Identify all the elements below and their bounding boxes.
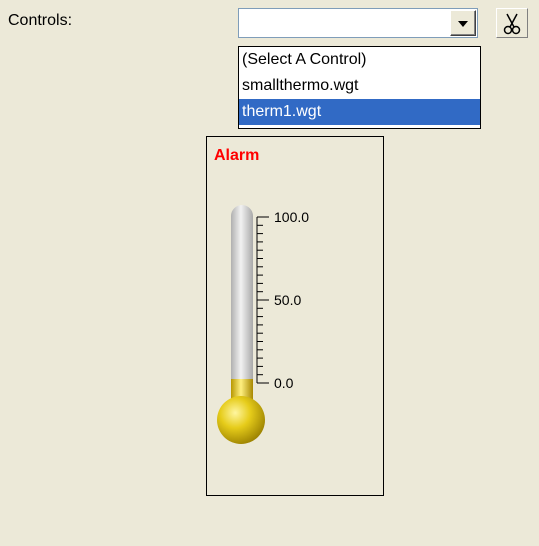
thermometer-bulb (217, 396, 265, 444)
control-dropdown-list[interactable]: (Select A Control) smallthermo.wgt therm… (238, 46, 481, 129)
thermometer-graphic: 100.0 50.0 0.0 (217, 205, 309, 444)
scale-label-max: 100.0 (274, 209, 309, 225)
scale-label-min: 0.0 (274, 375, 294, 391)
chevron-down-icon (458, 21, 468, 27)
dropdown-option-smallthermo[interactable]: smallthermo.wgt (239, 73, 480, 99)
scale-ticks (257, 216, 269, 384)
dropdown-button[interactable] (450, 10, 476, 36)
controls-label: Controls: (8, 12, 73, 29)
dropdown-option-select-a-control[interactable]: (Select A Control) (239, 47, 480, 73)
scissors-icon (503, 13, 521, 35)
dropdown-option-therm1[interactable]: therm1.wgt (239, 99, 480, 125)
thermometer-widget: Alarm 100.0 50.0 0.0 (206, 136, 384, 496)
scale-label-mid: 50.0 (274, 292, 301, 308)
cut-button[interactable] (496, 8, 528, 38)
control-select[interactable] (238, 8, 478, 38)
